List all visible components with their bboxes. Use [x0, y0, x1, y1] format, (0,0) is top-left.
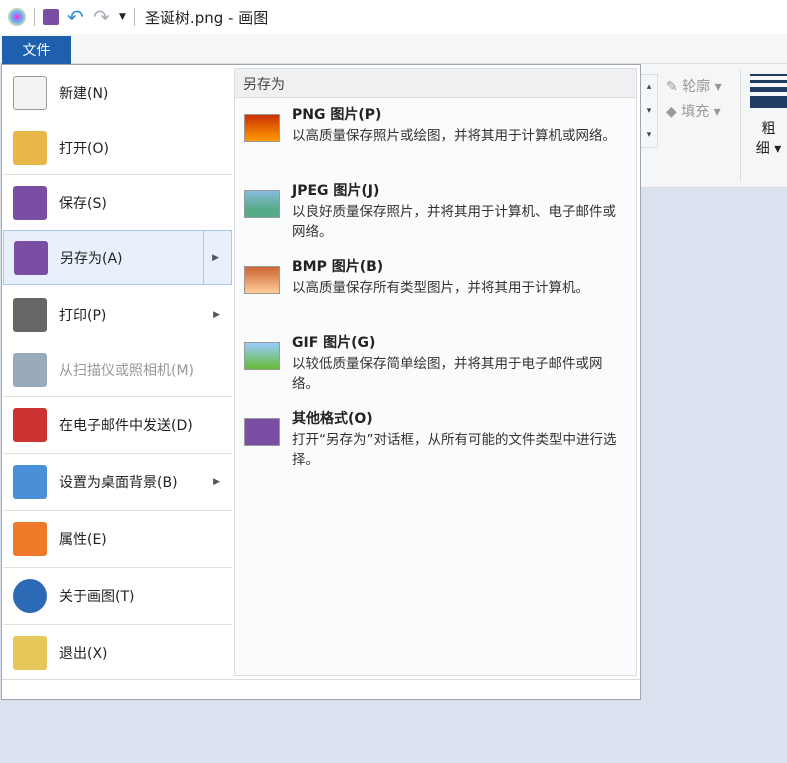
- submenu-arrow-icon[interactable]: ▶: [213, 310, 220, 320]
- divider: [3, 624, 232, 625]
- menu-item[interactable]: 新建(N): [3, 65, 232, 120]
- format-description: 以高质量保存所有类型图片，并将其用于计算机。: [292, 280, 589, 296]
- save-as-icon: [14, 240, 48, 275]
- divider: [740, 70, 741, 182]
- ribbon-tabs: [0, 34, 787, 64]
- divider: [3, 510, 232, 511]
- menu-item-label: 属性(E): [59, 531, 107, 548]
- format-title: PNG 图片(P): [292, 107, 382, 123]
- info-icon: [13, 578, 47, 613]
- desktop-background-icon: [13, 464, 47, 499]
- format-title: JPEG 图片(J): [292, 183, 380, 199]
- menu-item-label: 在电子邮件中发送(D): [59, 417, 193, 434]
- menu-item[interactable]: 属性(E): [3, 511, 232, 566]
- bmp-image-icon: [244, 266, 280, 294]
- menu-item-label: 另存为(A): [60, 250, 123, 267]
- menu-footer: [2, 679, 640, 699]
- menu-item[interactable]: 在电子邮件中发送(D): [3, 397, 232, 452]
- save-format-item[interactable]: BMP 图片(B) 以高质量保存所有类型图片，并将其用于计算机。: [235, 256, 636, 328]
- submenu-arrow-icon[interactable]: ▶: [212, 253, 219, 263]
- size-button[interactable]: 粗 细 ▾: [750, 74, 787, 158]
- save-icon: [13, 185, 47, 220]
- menu-item-label: 打印(P): [59, 307, 107, 324]
- outline-label: 轮廓: [682, 79, 711, 95]
- jpeg-image-icon: [244, 190, 280, 218]
- email-icon: [13, 407, 47, 442]
- ribbon: ▴ ▾ ▾ ✎ 轮廓 ▾ ◆ 填充 ▾ 粗 细 ▾: [640, 64, 787, 188]
- divider: [3, 567, 232, 568]
- png-image-icon: [244, 114, 280, 142]
- divider: [133, 8, 135, 26]
- menu-item-label: 从扫描仪或照相机(M): [59, 362, 195, 379]
- redo-icon[interactable]: ↷: [93, 7, 111, 27]
- size-label: 细 ▾: [755, 141, 782, 157]
- menu-item-label: 打开(O): [59, 140, 109, 157]
- save-format-item[interactable]: GIF 图片(G) 以较低质量保存简单绘图，并将其用于电子邮件或网络。: [235, 332, 636, 404]
- menu-item-label: 关于画图(T): [59, 588, 135, 605]
- format-title: 其他格式(O): [292, 411, 373, 427]
- open-folder-icon: [13, 130, 47, 165]
- menu-item[interactable]: 另存为(A) ▶: [3, 230, 232, 285]
- save-format-item[interactable]: PNG 图片(P) 以高质量保存照片或绘图，并将其用于计算机或网络。: [235, 104, 636, 176]
- file-menu-items: 新建(N) 打开(O) 保存(S) 另存为(A) ▶ 打印(P) ▶ 从扫描仪或照相机(M) 在…: [2, 65, 232, 679]
- submenu-header: 另存为: [235, 69, 636, 98]
- divider: [34, 8, 35, 26]
- menu-item[interactable]: 设置为桌面背景(B) ▶: [3, 454, 232, 509]
- fill-label: 填充: [681, 104, 710, 120]
- menu-item[interactable]: 退出(X): [3, 625, 232, 680]
- submenu-arrow-icon[interactable]: ▶: [213, 477, 220, 487]
- save-icon[interactable]: [43, 9, 59, 25]
- gif-image-icon: [244, 342, 280, 370]
- paint-app-icon[interactable]: [8, 8, 26, 26]
- new-file-icon: [13, 75, 47, 110]
- menu-item[interactable]: 打印(P) ▶: [3, 287, 232, 342]
- format-title: BMP 图片(B): [292, 259, 384, 275]
- save-format-item[interactable]: 其他格式(O) 打开“另存为”对话框，从所有可能的文件类型中进行选择。: [235, 408, 636, 480]
- menu-item-label: 新建(N): [59, 85, 109, 102]
- properties-check-icon: [13, 521, 47, 556]
- divider: [3, 174, 232, 175]
- window-title: 圣诞树.png - 画图: [144, 8, 269, 27]
- save-as-submenu: 另存为 PNG 图片(P) 以高质量保存照片或绘图，并将其用于计算机或网络。 JPE…: [234, 68, 637, 676]
- menu-item[interactable]: 关于画图(T): [3, 568, 232, 623]
- other-formats-icon: [244, 418, 280, 446]
- customize-dropdown-icon[interactable]: ▼: [119, 12, 126, 22]
- format-description: 以高质量保存照片或绘图，并将其用于计算机或网络。: [292, 128, 616, 144]
- menu-item[interactable]: 打开(O): [3, 120, 232, 175]
- size-lines-icon: [750, 74, 787, 108]
- menu-item-label: 保存(S): [59, 195, 107, 212]
- size-label: 粗: [761, 121, 776, 137]
- format-title: GIF 图片(G): [292, 335, 376, 351]
- menu-item[interactable]: 保存(S): [3, 175, 232, 230]
- fill-button[interactable]: ◆ 填充 ▾: [666, 101, 721, 121]
- file-tab[interactable]: 文件: [2, 36, 71, 64]
- file-menu: 新建(N) 打开(O) 保存(S) 另存为(A) ▶ 打印(P) ▶ 从扫描仪或照相机(M) 在…: [1, 64, 641, 700]
- save-format-item[interactable]: JPEG 图片(J) 以良好质量保存照片，并将其用于计算机、电子邮件或网络。: [235, 180, 636, 252]
- divider: [3, 453, 232, 454]
- menu-item-label: 退出(X): [59, 645, 108, 662]
- format-description: 以良好质量保存照片，并将其用于计算机、电子邮件或网络。: [292, 204, 616, 240]
- exit-icon: [13, 635, 47, 670]
- printer-icon: [13, 297, 47, 332]
- shapes-scroll[interactable]: ▴ ▾ ▾: [640, 74, 658, 148]
- menu-item: 从扫描仪或照相机(M): [3, 342, 232, 397]
- menu-item-label: 设置为桌面背景(B): [59, 474, 178, 491]
- outline-button[interactable]: ✎ 轮廓 ▾: [666, 76, 722, 96]
- divider: [3, 396, 232, 397]
- format-description: 以较低质量保存简单绘图，并将其用于电子邮件或网络。: [292, 356, 603, 392]
- title-bar: ↶ ↷ ▼ 圣诞树.png - 画图: [0, 0, 787, 34]
- divider: [203, 231, 204, 284]
- format-description: 打开“另存为”对话框，从所有可能的文件类型中进行选择。: [292, 432, 617, 468]
- scanner-icon: [13, 352, 47, 387]
- undo-icon[interactable]: ↶: [67, 7, 85, 27]
